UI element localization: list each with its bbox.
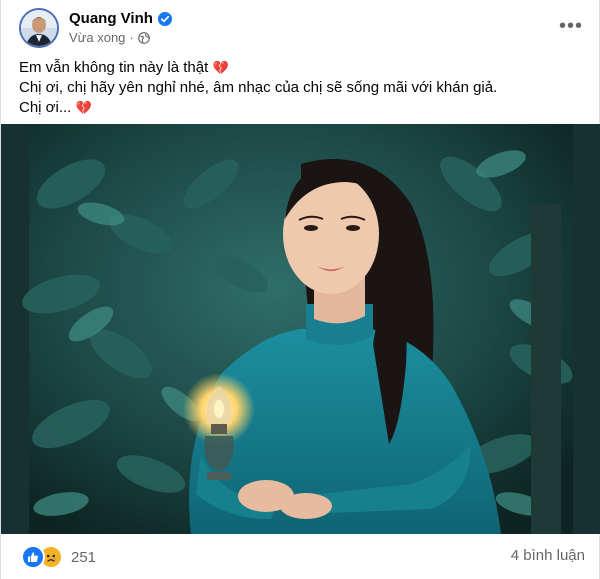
broken-heart-icon: 💔 — [75, 100, 92, 115]
post-line-2: Chị ơi, chị hãy yên nghỉ nhé, âm nhạc củ… — [19, 79, 498, 96]
post-photo[interactable] — [1, 124, 600, 534]
verified-badge-icon — [157, 11, 172, 26]
more-options-icon[interactable]: ••• — [557, 12, 585, 40]
globe-icon[interactable] — [137, 31, 150, 44]
like-icon — [21, 545, 45, 569]
comments-count-link[interactable]: 4 bình luận — [511, 547, 585, 564]
post-footer: 251 4 bình luận — [1, 534, 600, 579]
reaction-summary[interactable]: 251 — [21, 545, 96, 569]
post-line-1: Em vẫn không tin này là thật 💔 — [19, 58, 579, 78]
post-timestamp[interactable]: Vừa xong — [69, 30, 125, 45]
post-message: Em vẫn không tin này là thật 💔 Chị ơi, c… — [19, 58, 579, 118]
reaction-count: 251 — [71, 548, 97, 566]
post-header: Quang Vinh Vừa xong · ••• — [15, 8, 587, 54]
post-card: Quang Vinh Vừa xong · ••• Em vẫn không t… — [0, 0, 600, 579]
broken-heart-icon: 💔 — [212, 60, 229, 75]
author-name[interactable]: Quang Vinh — [69, 10, 153, 27]
author-avatar[interactable] — [19, 8, 59, 48]
post-line-1-text: Em vẫn không tin này là thật — [19, 59, 209, 76]
meta-separator: · — [129, 30, 134, 45]
post-line-3: Chị ơi... 💔 — [19, 98, 579, 118]
post-line-3-text: Chị ơi... — [19, 99, 72, 116]
